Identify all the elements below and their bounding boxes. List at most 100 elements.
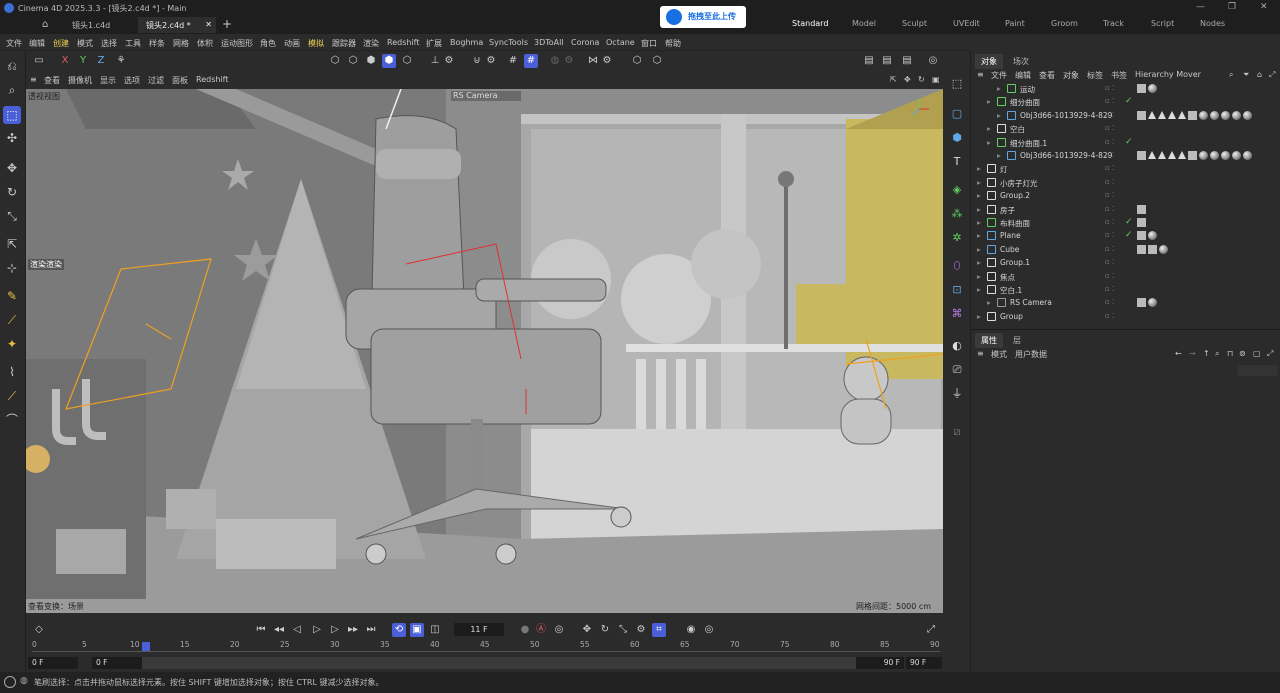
tab-takes[interactable]: 场次 [1007,54,1035,69]
visibility-flags[interactable]: ▫ ⁚ [1105,164,1117,174]
texture-tag-icon[interactable] [1148,110,1156,119]
texture-tag-icon[interactable] [1158,110,1166,119]
object-tags[interactable] [1137,151,1252,161]
expand-arrow-icon[interactable]: ▸ [977,312,981,321]
snap-settings-icon[interactable]: ⚙ [484,54,498,68]
phong-tag-icon[interactable] [1137,84,1146,93]
layout-script[interactable]: Script [1151,19,1174,28]
end-frame-field[interactable]: 90 F [906,657,942,669]
generator-icon[interactable]: ◈ [948,181,966,199]
key-scale-icon[interactable]: ⤡ [616,623,630,637]
redshift-icon[interactable]: ◎ [926,54,940,68]
visibility-flags[interactable]: ▫ ⁚ [1105,218,1117,228]
object-tags[interactable] [1137,218,1146,228]
deformer-icon[interactable]: ⬯ [948,257,966,275]
grid-icon[interactable]: # [506,54,520,68]
move-tool-icon[interactable]: ✥ [3,159,21,177]
previous-frame-icon[interactable]: ◁ [290,623,304,637]
material-tag-icon[interactable] [1221,110,1230,120]
object-row[interactable]: ▸ 细分曲面.1 ▫ ⁚ ✓ [971,136,1280,149]
visibility-flags[interactable]: ▫ ⁚ [1105,97,1117,107]
axis-z-toggle[interactable]: Z [94,54,108,68]
object-row[interactable]: ▸ 细分曲面 ▫ ⁚ ✓ [971,95,1280,108]
timeline-expand-icon[interactable]: ⤢ [924,623,938,637]
lock-icon[interactable]: ⊓ [1227,349,1233,358]
object-menu-item[interactable]: 查看 [1039,70,1055,81]
close-icon[interactable]: ✕ [1260,2,1268,12]
menu-item[interactable]: 模拟 [308,38,324,49]
forward-arrow-icon[interactable]: → [1189,349,1196,358]
visibility-flags[interactable]: ▫ ⁚ [1105,84,1117,94]
home-icon[interactable]: ⌂ [42,19,48,30]
viewport-menu-item[interactable]: 过滤 [148,75,164,86]
viewport-menu-item[interactable]: 选项 [124,75,140,86]
object-tags[interactable] [1137,204,1146,215]
axis-y-toggle[interactable]: Y [76,54,90,68]
object-row[interactable]: ▸ 运动 ▫ ⁚ [971,82,1280,95]
playhead[interactable] [142,642,150,651]
axis-x-toggle[interactable]: X [58,54,72,68]
compositing-tag-icon[interactable] [1137,218,1146,227]
go-to-end-icon[interactable]: ⏭ [364,623,378,637]
viewport-menu-item[interactable]: 显示 [100,75,116,86]
expand-arrow-icon[interactable]: ▸ [977,231,981,240]
quantize-icon[interactable]: ⬡ [650,54,664,68]
texture-tag-icon[interactable] [1168,151,1176,159]
cube-icon[interactable]: ⬢ [948,129,966,147]
menu-item[interactable]: 帮助 [665,38,681,49]
expand-arrow-icon[interactable]: ▸ [977,258,981,267]
object-menu-item[interactable]: 标签 [1087,70,1103,81]
object-tags[interactable] [1137,298,1157,308]
expand-arrow-icon[interactable]: ▸ [977,205,981,214]
symmetry-settings-icon[interactable]: ⚙ [600,54,614,68]
key-pla-icon[interactable]: ⌗ [652,623,666,637]
environment-icon[interactable]: ◐ [948,337,966,355]
object-menu-icon[interactable]: ≡ [977,70,984,79]
visibility-flags[interactable]: ▫ ⁚ [1105,298,1117,308]
menu-item[interactable]: 角色 [260,38,276,49]
object-row[interactable]: ▸ Obj3d66-1013929-4-829 ▫ ⁚ [971,109,1280,122]
record-icon[interactable]: ● [518,623,532,637]
object-expand-icon[interactable]: ⤢ [1269,70,1275,80]
expand-arrow-icon[interactable]: ▸ [987,97,991,106]
polygons-mode-icon[interactable]: ⬢ [364,54,378,68]
object-row[interactable]: ▸ Obj3d66-1013929-4-829 ▫ ⁚ [971,149,1280,162]
live-select-icon[interactable]: ✣ [3,129,21,147]
object-row[interactable]: ▸ 焦点 ▫ ⁚ [971,270,1280,283]
object-search-icon[interactable]: ⌕ [1229,70,1233,80]
visibility-flags[interactable]: ▫ ⁚ [1105,231,1117,241]
field-icon[interactable]: ⊡ [948,281,966,299]
effector-icon[interactable]: ✲ [948,229,966,247]
upload-button[interactable]: 拖拽至此上传 [660,6,746,28]
object-filter-icon[interactable]: ⏷ [1243,70,1249,80]
layout-nodes[interactable]: Nodes [1200,19,1225,28]
transform-tool-icon[interactable]: ⇱ [3,235,21,253]
render-picture-viewer-icon[interactable]: ▤ [880,54,894,68]
layout-standard[interactable]: Standard [792,19,828,28]
uvw-tag-icon[interactable] [1188,110,1197,120]
material-tag-icon[interactable] [1210,110,1219,120]
object-row[interactable]: ▸ Plane ▫ ⁚ ✓ [971,229,1280,242]
object-tags[interactable] [1137,244,1168,255]
maximize-icon[interactable]: ❐ [1228,2,1236,12]
keyframe-selection-icon[interactable]: ◎ [552,623,566,637]
menu-item[interactable]: 3DToAll [534,38,564,47]
menu-item[interactable]: 文件 [6,38,22,49]
pin-icon[interactable]: ⊚ [1239,349,1246,358]
uvw-tag-icon[interactable] [1148,244,1157,254]
viewport-menu-item[interactable]: 面板 [172,75,188,86]
expand-arrow-icon[interactable]: ▸ [977,245,981,254]
menu-item[interactable]: Redshift [387,38,419,47]
visibility-flags[interactable]: ▫ ⁚ [1105,124,1117,134]
object-tags[interactable] [1137,231,1157,241]
object-row[interactable]: ▸ Group.2 ▫ ⁚ [971,189,1280,202]
expand-arrow-icon[interactable]: ▸ [977,285,981,294]
expand-arrow-icon[interactable]: ▸ [997,84,1001,93]
attributes-menu-item[interactable]: 用户数据 [1015,349,1047,360]
coordinate-system-icon[interactable]: ⚘ [114,54,128,68]
select-tool-icon[interactable]: ⬚ [3,106,21,124]
viewport-menu-item[interactable]: 查看 [44,75,60,86]
play-icon[interactable]: ▷ [310,623,324,637]
menu-item[interactable]: 动画 [284,38,300,49]
material-tag-icon[interactable] [1148,84,1157,93]
